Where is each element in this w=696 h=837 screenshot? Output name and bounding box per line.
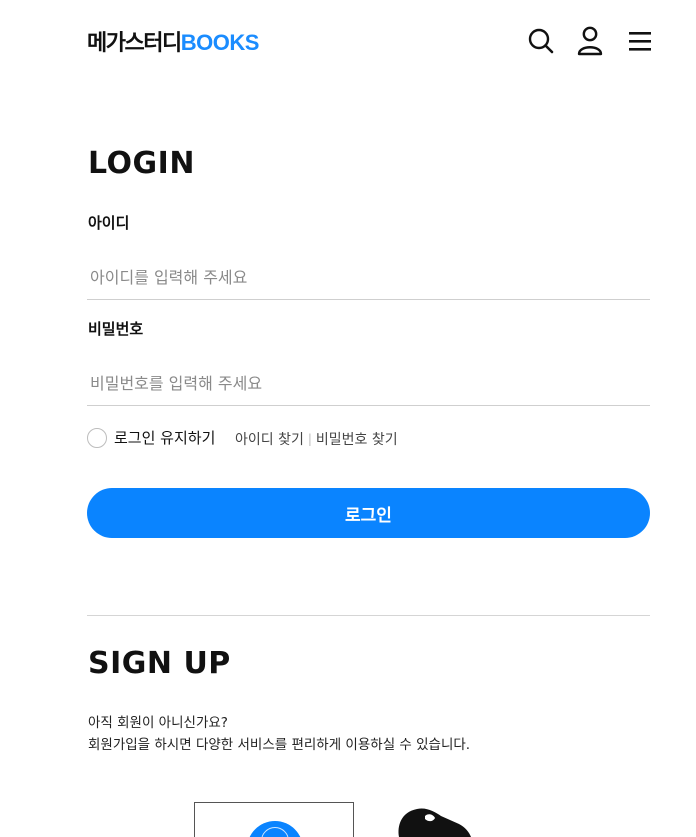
site-header: 메가스터디BOOKS bbox=[0, 0, 696, 82]
logo-books-text: BOOKS bbox=[180, 30, 260, 55]
signup-line-1: 아직 회원이 아니신가요? bbox=[88, 715, 228, 731]
remember-label: 로그인 유지하기 bbox=[114, 429, 216, 447]
login-button[interactable]: 로그인 bbox=[87, 488, 650, 538]
promo-badge-icon bbox=[247, 821, 303, 837]
find-account-links: 아이디 찾기 | 비밀번호 찾기 bbox=[235, 429, 398, 449]
id-label: 아이디 bbox=[88, 214, 130, 232]
signup-description: 아직 회원이 아니신가요? 회원가입을 하시면 다양한 서비스를 편리하게 이용… bbox=[88, 712, 470, 756]
password-input[interactable] bbox=[87, 362, 650, 406]
remember-radio[interactable] bbox=[87, 427, 107, 448]
site-logo[interactable]: 메가스터디BOOKS bbox=[87, 25, 259, 57]
user-icon[interactable] bbox=[575, 24, 605, 58]
signup-promo-card[interactable] bbox=[194, 802, 354, 837]
signup-title: SIGN UP bbox=[88, 646, 231, 681]
password-label: 비밀번호 bbox=[88, 320, 144, 338]
link-separator: | bbox=[307, 432, 312, 446]
search-icon[interactable] bbox=[526, 24, 556, 58]
find-id-link[interactable]: 아이디 찾기 bbox=[235, 429, 304, 449]
mascot-illustration bbox=[398, 808, 471, 837]
menu-icon[interactable] bbox=[625, 24, 655, 58]
signup-line-2: 회원가입을 하시면 다양한 서비스를 편리하게 이용하실 수 있습니다. bbox=[88, 737, 471, 753]
login-title: LOGIN bbox=[88, 146, 195, 181]
id-input[interactable] bbox=[87, 256, 650, 300]
find-password-link[interactable]: 비밀번호 찾기 bbox=[316, 429, 398, 449]
remember-login-option[interactable]: 로그인 유지하기 bbox=[87, 427, 215, 448]
section-divider bbox=[87, 615, 650, 616]
logo-korean-text: 메가스터디 bbox=[87, 31, 182, 56]
